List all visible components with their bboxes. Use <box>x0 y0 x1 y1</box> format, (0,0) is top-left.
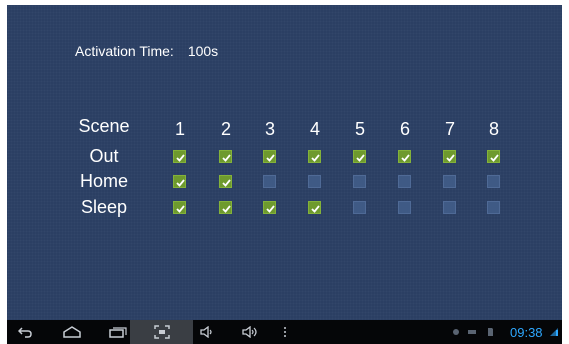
usb-icon <box>465 320 479 344</box>
scene-column-4: 4 <box>309 119 320 139</box>
recent-apps-icon[interactable] <box>103 320 133 344</box>
checkbox-sleep-2[interactable] <box>219 201 232 214</box>
checkbox-home-4[interactable] <box>308 175 321 188</box>
checkbox-home-7[interactable] <box>443 175 456 188</box>
status-clock: 09:38 <box>510 325 543 340</box>
checkmark-icon <box>222 154 231 162</box>
checkbox-sleep-1[interactable] <box>173 201 186 214</box>
checkbox-out-8[interactable] <box>487 150 500 163</box>
checkmark-icon <box>266 154 275 162</box>
checkmark-icon <box>176 154 185 162</box>
checkbox-out-2[interactable] <box>219 150 232 163</box>
back-icon[interactable] <box>11 320 39 344</box>
scene-column-7: 7 <box>444 119 455 139</box>
checkmark-icon <box>401 154 410 162</box>
checkbox-home-5[interactable] <box>353 175 366 188</box>
checkbox-home-8[interactable] <box>487 175 500 188</box>
row-label-home: Home <box>79 171 128 191</box>
scene-header: Scene <box>78 116 130 136</box>
sd-card-icon <box>483 320 497 344</box>
checkbox-home-3[interactable] <box>263 175 276 188</box>
checkmark-icon <box>446 154 455 162</box>
scene-column-6: 6 <box>399 119 410 139</box>
checkbox-out-5[interactable] <box>353 150 366 163</box>
volume-down-icon[interactable] <box>195 320 219 344</box>
checkbox-sleep-5[interactable] <box>353 201 366 214</box>
battery-icon <box>547 320 561 344</box>
checkmark-icon <box>266 205 275 213</box>
scene-column-5: 5 <box>354 119 365 139</box>
scene-column-1: 1 <box>174 119 185 139</box>
scene-column-8: 8 <box>488 119 499 139</box>
checkmark-icon <box>222 205 231 213</box>
row-label-out: Out <box>89 146 119 166</box>
checkbox-out-6[interactable] <box>398 150 411 163</box>
activation-time-label: Activation Time: <box>75 43 174 59</box>
row-label-sleep: Sleep <box>80 197 128 217</box>
scene-column-2: 2 <box>220 119 231 139</box>
activation-time-value: 100s <box>187 43 219 59</box>
notification-icon <box>449 320 463 344</box>
checkbox-home-2[interactable] <box>219 175 232 188</box>
system-navigation-bar: 09:38 <box>7 320 562 344</box>
checkmark-icon <box>490 154 499 162</box>
checkbox-sleep-3[interactable] <box>263 201 276 214</box>
checkmark-icon <box>311 205 320 213</box>
checkmark-icon <box>311 154 320 162</box>
checkbox-sleep-4[interactable] <box>308 201 321 214</box>
checkbox-sleep-6[interactable] <box>398 201 411 214</box>
checkbox-out-4[interactable] <box>308 150 321 163</box>
menu-icon[interactable] <box>279 320 291 344</box>
checkbox-home-6[interactable] <box>398 175 411 188</box>
checkmark-icon <box>356 154 365 162</box>
checkbox-out-7[interactable] <box>443 150 456 163</box>
checkmark-icon <box>176 179 185 187</box>
home-icon[interactable] <box>57 320 87 344</box>
checkbox-out-3[interactable] <box>263 150 276 163</box>
checkmark-icon <box>176 205 185 213</box>
screenshot-icon[interactable] <box>130 320 193 344</box>
checkmark-icon <box>222 179 231 187</box>
checkbox-sleep-7[interactable] <box>443 201 456 214</box>
checkbox-out-1[interactable] <box>173 150 186 163</box>
volume-up-icon[interactable] <box>237 320 263 344</box>
checkbox-home-1[interactable] <box>173 175 186 188</box>
checkbox-sleep-8[interactable] <box>487 201 500 214</box>
app-screen: Activation Time: 100s Scene 1 2 3 4 5 6 7 8 Out H… <box>7 5 562 320</box>
activation-time: Activation Time: 100s <box>75 43 218 59</box>
scene-column-3: 3 <box>264 119 275 139</box>
